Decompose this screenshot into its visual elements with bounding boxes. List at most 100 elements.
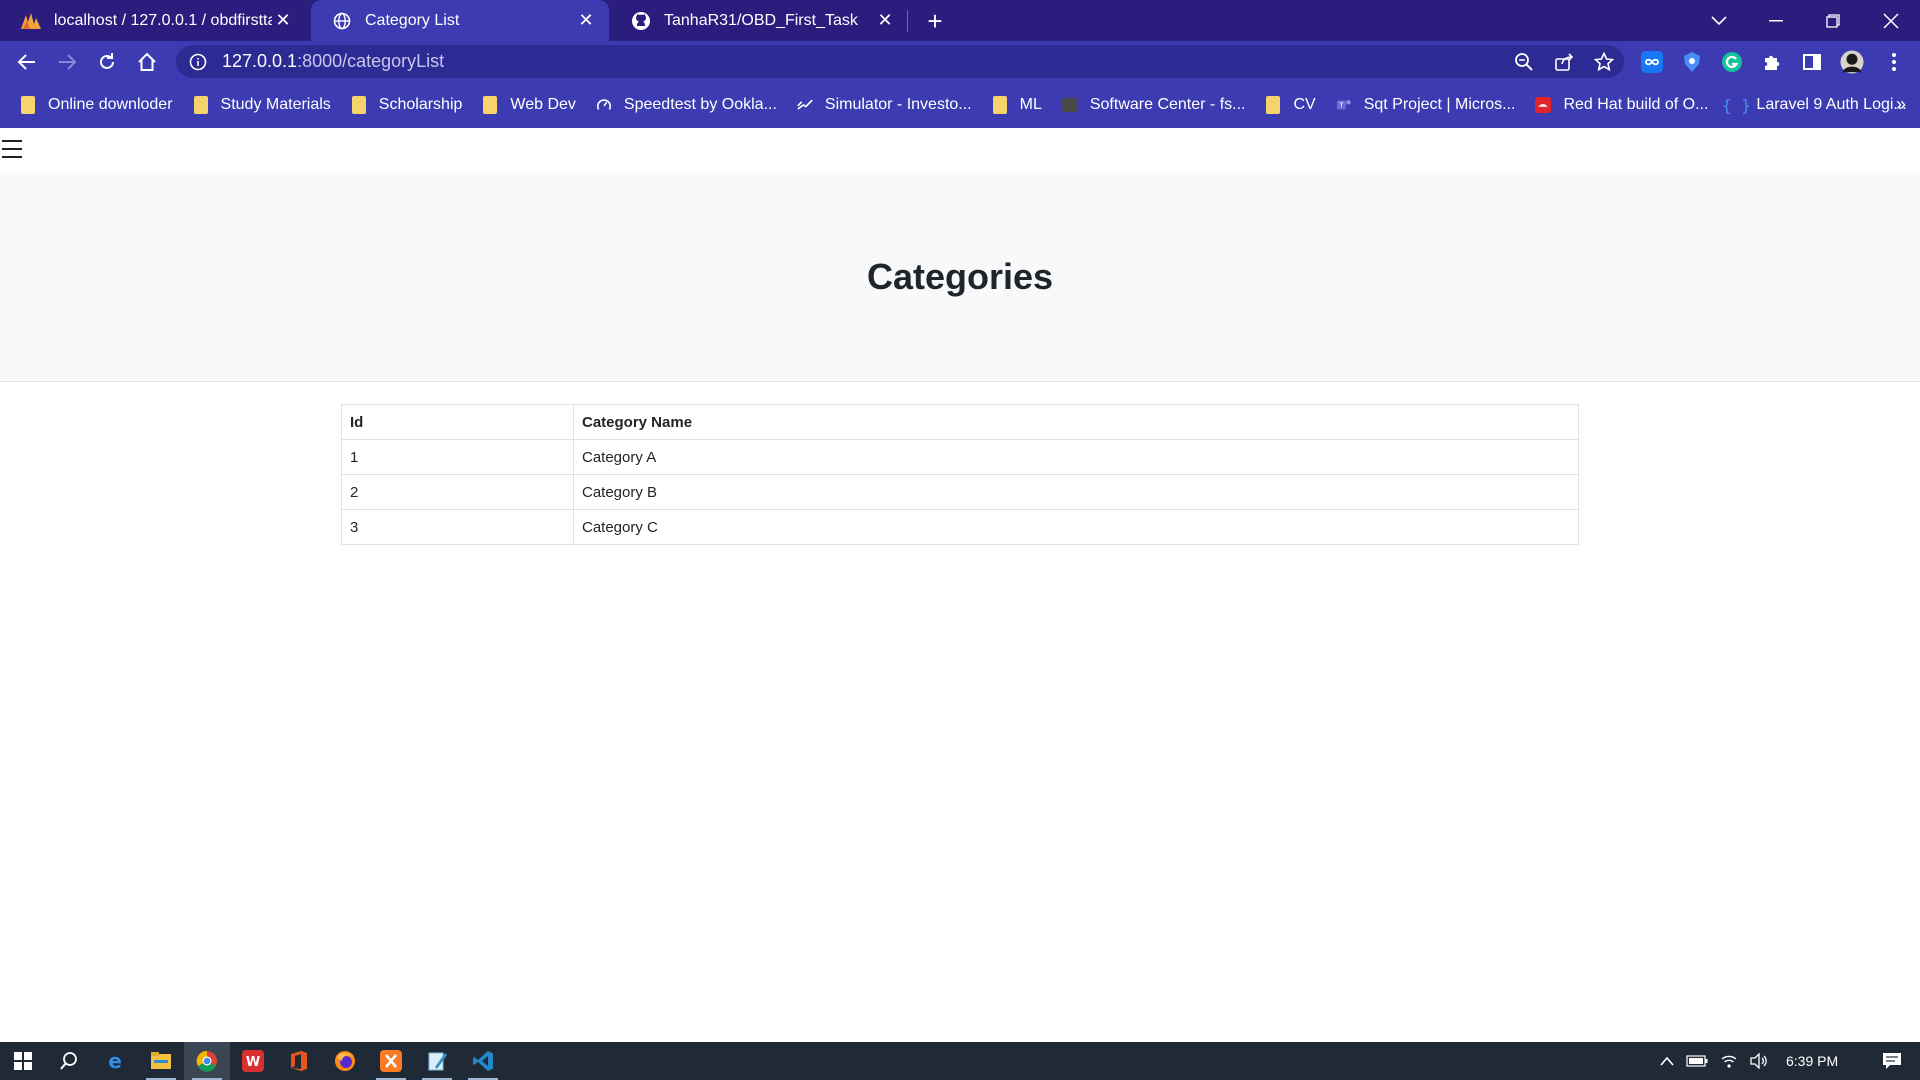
cell-category-name: Category A: [573, 439, 1579, 475]
home-button[interactable]: [132, 47, 162, 77]
puzzle-icon[interactable]: [1760, 50, 1784, 74]
bookmark-web-dev[interactable]: Web Dev: [482, 96, 576, 114]
bookmark-label: Laravel 9 Auth Logi...: [1756, 96, 1907, 113]
bookmark-label: Simulator - Investo...: [824, 96, 972, 113]
hamburger-menu-icon[interactable]: [2, 138, 22, 160]
teams-icon: T: [1336, 96, 1352, 114]
reload-button[interactable]: [92, 47, 122, 77]
folder-icon: [20, 96, 36, 114]
tab-search-button[interactable]: [1694, 0, 1744, 41]
cell-id: 1: [341, 439, 574, 475]
back-button[interactable]: [12, 47, 42, 77]
close-icon[interactable]: ✕: [874, 10, 896, 32]
page-header: Categories: [0, 172, 1920, 382]
tab-title: localhost / 127.0.0.1 / obdfirsttas: [54, 11, 272, 29]
extension-infinity-icon[interactable]: [1640, 50, 1664, 74]
restore-icon: [1826, 13, 1840, 28]
close-icon[interactable]: ✕: [575, 10, 597, 32]
bookmark-label: ML: [1019, 96, 1042, 113]
notification-icon[interactable]: [1882, 1052, 1902, 1070]
grammarly-icon[interactable]: [1720, 50, 1744, 74]
share-icon[interactable]: [1553, 51, 1575, 73]
bookmark-scholarship[interactable]: Scholarship: [351, 96, 462, 114]
close-window-button[interactable]: [1866, 0, 1916, 41]
bookmark-label: Speedtest by Ookla...: [623, 96, 777, 113]
address-bar[interactable]: 127.0.0.1:8000/categoryList: [176, 45, 1624, 78]
folder-icon: [351, 96, 367, 114]
home-icon: [138, 52, 156, 71]
arrow-right-icon: [59, 54, 77, 70]
volume-icon[interactable]: [1750, 1053, 1768, 1069]
bookmark-label: Red Hat build of O...: [1563, 96, 1709, 113]
phpmyadmin-icon: [20, 10, 42, 32]
braces-icon: { }: [1721, 95, 1751, 115]
tab-category-list[interactable]: Category List ✕: [311, 0, 609, 41]
bookmark-study-materials[interactable]: Study Materials: [193, 96, 331, 114]
taskbar-xampp[interactable]: [368, 1042, 414, 1080]
bookmark-software-center[interactable]: Software Center - fs...: [1061, 96, 1246, 114]
bookmark-speedtest[interactable]: Speedtest by Ookla...: [596, 96, 777, 114]
github-icon: [630, 10, 652, 32]
tab-strip: localhost / 127.0.0.1 / obdfirsttas ✕ Ca…: [0, 0, 1920, 41]
notepad-icon: [428, 1052, 447, 1071]
tab-phpmyadmin[interactable]: localhost / 127.0.0.1 / obdfirsttas ✕: [0, 0, 306, 41]
chevron-up-icon[interactable]: [1660, 1056, 1674, 1066]
bookmark-laravel[interactable]: { } Laravel 9 Auth Logi...: [1721, 95, 1907, 115]
bookmark-star-icon[interactable]: [1593, 51, 1615, 73]
more-bookmarks-button[interactable]: »: [1896, 94, 1906, 115]
bookmark-red-hat[interactable]: Red Hat build of O...: [1535, 96, 1708, 114]
taskbar-notepad[interactable]: [414, 1042, 460, 1080]
forward-button[interactable]: [52, 47, 82, 77]
bookmark-simulator[interactable]: Simulator - Investo...: [797, 96, 972, 114]
new-tab-button[interactable]: +: [921, 6, 949, 36]
bookmark-online-downloder[interactable]: Online downloder: [20, 96, 173, 114]
taskbar-file-explorer[interactable]: [138, 1042, 184, 1080]
bookmark-cv[interactable]: CV: [1265, 96, 1316, 114]
avatar[interactable]: [1840, 50, 1864, 74]
taskbar-firefox[interactable]: [322, 1042, 368, 1080]
restore-button[interactable]: [1808, 0, 1858, 41]
table-row: 1 Category A: [341, 439, 1579, 475]
taskbar-chrome[interactable]: [184, 1042, 230, 1080]
url-host: 127.0.0.1: [222, 51, 298, 71]
zoom-icon[interactable]: [1513, 51, 1535, 73]
folder-icon: [482, 96, 498, 114]
categories-table: Id Category Name 1 Category A 2 Category…: [341, 404, 1579, 545]
kebab-menu-icon[interactable]: [1882, 50, 1906, 74]
wifi-icon[interactable]: [1720, 1053, 1738, 1069]
site-info-icon[interactable]: [188, 52, 208, 72]
tab-title: TanhaR31/OBD_First_Task: [664, 11, 858, 29]
folder-icon: [193, 96, 209, 114]
close-icon[interactable]: ✕: [272, 10, 294, 32]
battery-icon[interactable]: [1686, 1055, 1708, 1067]
redhat-icon: [1535, 96, 1552, 114]
taskbar-office[interactable]: [276, 1042, 322, 1080]
taskbar-wps[interactable]: W: [230, 1042, 276, 1080]
start-button[interactable]: [0, 1042, 46, 1080]
windows-taskbar: e W 6:39 PM: [0, 1042, 1920, 1080]
minimize-button[interactable]: [1751, 0, 1801, 41]
bookmark-sqt-project[interactable]: T Sqt Project | Micros...: [1336, 96, 1515, 114]
tab-github[interactable]: TanhaR31/OBD_First_Task ✕: [610, 0, 908, 41]
taskbar-edge[interactable]: e: [92, 1042, 138, 1080]
side-panel-icon[interactable]: [1800, 50, 1824, 74]
search-button[interactable]: [46, 1042, 92, 1080]
extension-shield-icon[interactable]: [1680, 50, 1704, 74]
bookmark-ml[interactable]: ML: [992, 96, 1042, 114]
minimize-icon: [1769, 19, 1783, 21]
url-path: :8000/categoryList: [297, 51, 445, 71]
tab-title: Category List: [365, 11, 460, 29]
cell-category-name: Category C: [573, 509, 1579, 545]
arrow-left-icon: [17, 54, 35, 70]
table-header-row: Id Category Name: [341, 404, 1579, 440]
clock-time[interactable]: 6:39 PM: [1786, 1053, 1838, 1069]
investopedia-icon: [797, 96, 813, 114]
taskbar-vscode[interactable]: [460, 1042, 506, 1080]
office-icon: [291, 1051, 307, 1071]
bookmark-label: Software Center - fs...: [1089, 96, 1246, 113]
page-content: Categories Id Category Name 1 Category A…: [0, 128, 1920, 1042]
bookmark-label: CV: [1293, 96, 1316, 113]
page-title: Categories: [866, 256, 1054, 297]
reload-icon: [100, 53, 114, 69]
globe-icon: [331, 10, 353, 32]
